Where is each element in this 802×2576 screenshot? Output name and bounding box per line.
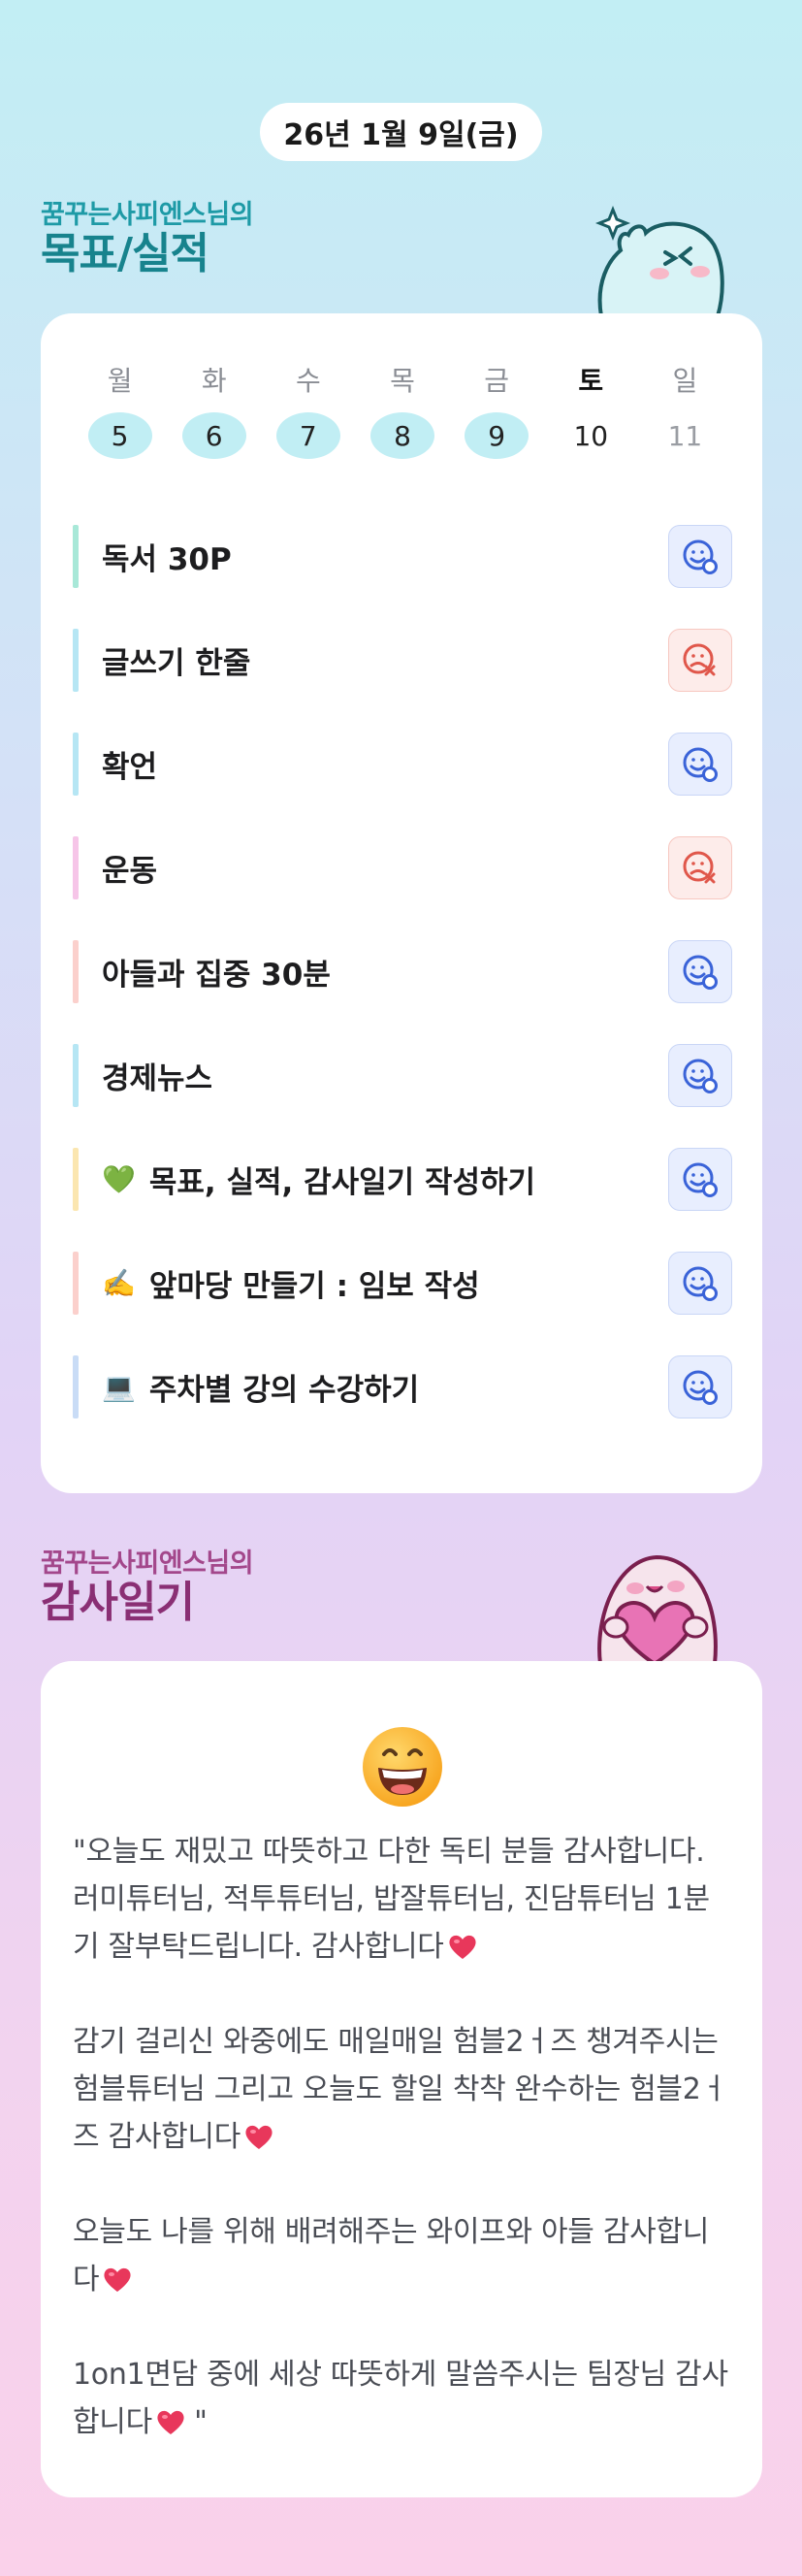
goal-label: 확언: [102, 742, 157, 786]
gratitude-card: "오늘도 재밌고 따뜻하고 다한 독티 분들 감사합니다. 러미튜터님, 적투튜…: [41, 1661, 762, 2497]
smile-check-icon[interactable]: [668, 525, 732, 588]
goal-text: 독서 30P: [102, 542, 232, 577]
goal-item[interactable]: 💻 주차별 강의 수강하기: [73, 1355, 732, 1418]
goal-text: 경제뉴스: [102, 1061, 213, 1096]
day-number: 8: [369, 412, 434, 459]
smile-check-icon[interactable]: [668, 1355, 732, 1418]
goal-list: 독서 30P 글쓰기 한줄확언운동아들과 집중 30분경제뉴스 💚 목표, 실적, 감…: [73, 525, 732, 1459]
mascot-heart-icon: [597, 1554, 718, 1664]
goal-emoji-icon: ✍️: [102, 1267, 136, 1299]
day-label: 수: [295, 365, 321, 397]
heart-icon: [104, 2267, 131, 2292]
goal-label: 운동: [102, 846, 157, 890]
frown-x-icon[interactable]: [668, 629, 732, 692]
day-wed[interactable]: 수7: [261, 362, 355, 459]
goal-color-bar: [73, 1044, 79, 1107]
day-mon[interactable]: 월5: [73, 362, 167, 459]
gratitude-paragraph: 오늘도 나를 위해 배려해주는 와이프와 아들 감사합니다: [73, 2208, 732, 2303]
gratitude-text: "오늘도 재밌고 따뜻하고 다한 독티 분들 감사합니다. 러미튜터님, 적투튜…: [73, 1828, 732, 2446]
goal-emoji-icon: 💻: [102, 1371, 136, 1403]
goal-item[interactable]: ✍️ 앞마당 만들기 : 임보 작성: [73, 1252, 732, 1315]
gratitude-paragraph: 1on1면담 중에 세상 따뜻하게 말씀주시는 팀장님 감사합니다 ": [73, 2351, 732, 2446]
goal-label: 💻 주차별 강의 수강하기: [102, 1365, 419, 1409]
goal-color-bar: [73, 836, 79, 899]
goal-item[interactable]: 💚 목표, 실적, 감사일기 작성하기: [73, 1148, 732, 1211]
day-label: 월: [107, 365, 133, 397]
date-text: 26년 1월 9일(금): [283, 118, 519, 152]
gratitude-title: 감사일기: [41, 1578, 195, 1627]
day-thu[interactable]: 목8: [355, 362, 449, 459]
closing-quote: ": [184, 2405, 208, 2439]
goals-title: 목표/실적: [41, 229, 209, 278]
goal-emoji-icon: 💚: [102, 1163, 136, 1195]
goals-section-title: 꿈꾸는사피엔스님의 목표/실적: [41, 200, 254, 278]
goal-label: 💚 목표, 실적, 감사일기 작성하기: [102, 1158, 535, 1201]
day-label: 목: [390, 365, 415, 397]
goal-item[interactable]: 독서 30P: [73, 525, 732, 588]
goal-color-bar: [73, 525, 79, 588]
heart-icon: [245, 2125, 273, 2149]
goal-text: 앞마당 만들기 : 임보 작성: [148, 1269, 480, 1304]
gratitude-line: 감기 걸리신 와중에도 매일매일 험블2ㅓ즈 챙겨주시는 험블튜터님 그리고 오…: [73, 2025, 727, 2154]
gratitude-subtitle: 꿈꾸는사피엔스님의: [41, 1549, 254, 1579]
goal-item[interactable]: 글쓰기 한줄: [73, 629, 732, 692]
grinning-face-icon: [363, 1727, 442, 1807]
gratitude-paragraph: "오늘도 재밌고 따뜻하고 다한 독티 분들 감사합니다. 러미튜터님, 적투튜…: [73, 1828, 732, 1971]
day-sun[interactable]: 일 11: [638, 362, 732, 459]
frown-x-icon[interactable]: [668, 836, 732, 899]
goal-label: 글쓰기 한줄: [102, 638, 250, 682]
goal-text: 확언: [102, 750, 158, 785]
gratitude-line: 오늘도 나를 위해 배려해주는 와이프와 아들 감사합니다: [73, 2215, 710, 2297]
goal-label: 경제뉴스: [102, 1054, 212, 1097]
goal-text: 글쓰기 한줄: [102, 646, 251, 681]
goal-color-bar: [73, 1252, 79, 1315]
day-number: 11: [667, 419, 703, 452]
day-number: 5: [87, 412, 152, 459]
day-number: 7: [275, 412, 340, 459]
goal-text: 목표, 실적, 감사일기 작성하기: [148, 1165, 536, 1200]
goal-text: 주차별 강의 수강하기: [148, 1373, 420, 1408]
goals-subtitle: 꿈꾸는사피엔스님의: [41, 200, 254, 230]
smile-check-icon[interactable]: [668, 1252, 732, 1315]
goal-item[interactable]: 경제뉴스: [73, 1044, 732, 1107]
goal-item[interactable]: 확언: [73, 733, 732, 796]
smile-check-icon[interactable]: [668, 940, 732, 1003]
day-label: 토: [578, 365, 604, 397]
smile-check-icon[interactable]: [668, 733, 732, 796]
day-number: 6: [181, 412, 246, 459]
heart-icon: [157, 2410, 184, 2434]
gratitude-section-title: 꿈꾸는사피엔스님의 감사일기: [41, 1549, 254, 1627]
day-sat[interactable]: 토 10: [544, 362, 638, 459]
goal-item[interactable]: 아들과 집중 30분: [73, 940, 732, 1003]
day-tue[interactable]: 화6: [167, 362, 261, 459]
goal-label: 독서 30P: [102, 535, 232, 578]
goal-label: ✍️ 앞마당 만들기 : 임보 작성: [102, 1261, 480, 1305]
gratitude-line: "오늘도 재밌고 따뜻하고 다한 독티 분들 감사합니다. 러미튜터님, 적투튜…: [73, 1835, 710, 1964]
day-number: 10: [573, 419, 609, 452]
gratitude-paragraph: 감기 걸리신 와중에도 매일매일 험블2ㅓ즈 챙겨주시는 험블튜터님 그리고 오…: [73, 2018, 732, 2161]
goal-item[interactable]: 운동: [73, 836, 732, 899]
day-label: 화: [201, 365, 227, 397]
date-pill: 26년 1월 9일(금): [260, 103, 542, 161]
day-number: 9: [465, 412, 529, 459]
goal-color-bar: [73, 733, 79, 796]
goal-color-bar: [73, 940, 79, 1003]
day-fri[interactable]: 금9: [450, 362, 544, 459]
day-label: 금: [484, 365, 510, 397]
goal-label: 아들과 집중 30분: [102, 950, 331, 994]
goal-text: 아들과 집중 30분: [102, 958, 331, 993]
week-calendar: 월5 화6 수7 목8 금9 토 10 일 11: [73, 362, 732, 459]
goal-color-bar: [73, 1148, 79, 1211]
heart-icon: [449, 1935, 476, 1959]
goal-color-bar: [73, 1355, 79, 1418]
smile-check-icon[interactable]: [668, 1044, 732, 1107]
mascot-waving-icon: [594, 205, 724, 316]
day-label: 일: [672, 365, 698, 397]
goals-card: 월5 화6 수7 목8 금9 토 10 일 11 독서 30P 글쓰기 한줄 확언 운동 아…: [41, 313, 762, 1493]
goal-color-bar: [73, 629, 79, 692]
goal-text: 운동: [102, 854, 158, 889]
smile-check-icon[interactable]: [668, 1148, 732, 1211]
